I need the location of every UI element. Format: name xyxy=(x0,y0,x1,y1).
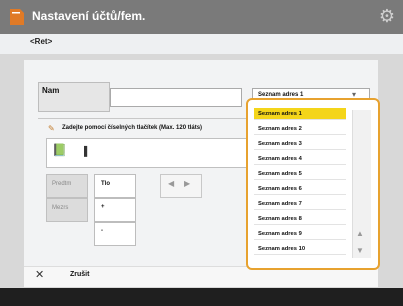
logo-icon xyxy=(10,9,24,25)
subtitle: <Ret> xyxy=(30,37,53,46)
input-instruction: Zadejte pomocí číselných tlačítek (Max. … xyxy=(62,125,203,131)
scroll-up-icon[interactable]: ▲ xyxy=(356,229,364,238)
entry-field[interactable] xyxy=(46,138,248,168)
close-icon[interactable]: ✕ xyxy=(35,268,44,281)
dropdown-item[interactable]: Seznam adres 5 xyxy=(254,168,346,180)
cancel-button[interactable]: Zrušit xyxy=(70,271,89,278)
dropdown-item[interactable]: Seznam adres 3 xyxy=(254,138,346,150)
dropdown-item[interactable]: Seznam adres 6 xyxy=(254,183,346,195)
dropdown-item[interactable]: Seznam adres 10 xyxy=(254,243,346,255)
entry-cursor: ▌ xyxy=(84,146,91,156)
dropdown-item[interactable]: Seznam adres 7 xyxy=(254,198,346,210)
plus-button[interactable] xyxy=(94,198,136,222)
name-label: Nam xyxy=(42,86,60,95)
cursor-nav xyxy=(160,174,202,198)
plus-button-label: + xyxy=(101,204,105,210)
left-arrow-icon[interactable]: ◀ xyxy=(168,179,174,188)
gear-icon[interactable]: ⚙ xyxy=(379,6,395,27)
dropdown-item[interactable]: Seznam adres 1 xyxy=(254,108,346,120)
pencil-icon: ✎ xyxy=(48,124,55,133)
dropdown-item[interactable]: Seznam adres 2 xyxy=(254,123,346,135)
dropdown-item[interactable]: Seznam adres 8 xyxy=(254,213,346,225)
subheader xyxy=(0,34,403,54)
minus-button-label: - xyxy=(101,228,103,234)
scroll-down-icon[interactable]: ▼ xyxy=(356,246,364,255)
tlo-button-label: Tlo xyxy=(101,181,110,187)
bottom-bar xyxy=(0,288,403,306)
dropdown-item[interactable]: Seznam adres 4 xyxy=(254,153,346,165)
minus-button[interactable] xyxy=(94,222,136,246)
right-arrow-icon[interactable]: ▶ xyxy=(184,179,190,188)
prev-button-label: Predtm xyxy=(52,181,72,187)
dropdown-item[interactable]: Seznam adres 9 xyxy=(254,228,346,240)
mezera-button-label: Mezrs xyxy=(52,205,69,211)
name-input[interactable] xyxy=(110,88,242,107)
page-title: Nastavení účtů/fem. xyxy=(32,9,146,23)
book-icon: 📗 xyxy=(52,143,67,157)
